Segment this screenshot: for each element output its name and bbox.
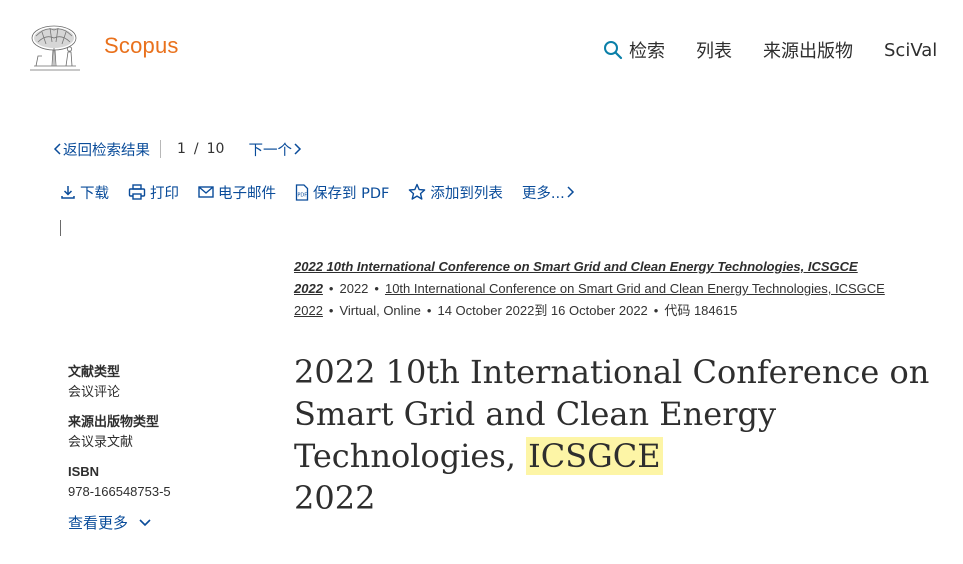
- elsevier-logo[interactable]: [26, 22, 84, 74]
- download-icon: [61, 186, 75, 199]
- chevron-left-icon: [53, 143, 61, 155]
- nav-scival[interactable]: SciVal: [884, 40, 937, 61]
- source-type-value: 会议录文献: [68, 434, 134, 449]
- index-slash: /: [193, 141, 199, 157]
- email-button[interactable]: 电子邮件: [198, 182, 276, 203]
- doc-type-label: 文献类型: [68, 364, 121, 379]
- isbn-value: 978-166548753-5: [68, 484, 171, 499]
- email-label: 电子邮件: [218, 185, 276, 202]
- result-pager: 返回检索结果 1 / 10 下一个: [53, 138, 302, 160]
- back-to-results-link[interactable]: 返回检索结果: [53, 139, 150, 160]
- source-info: 2022 10th International Conference on Sm…: [294, 259, 885, 318]
- nav-lists-label: 列表: [696, 41, 732, 62]
- envelope-icon: [198, 186, 214, 198]
- chevron-right-icon: [567, 186, 574, 198]
- download-label: 下载: [80, 185, 109, 202]
- isbn-label: ISBN: [68, 464, 100, 479]
- star-icon: [409, 183, 426, 200]
- nav-sources-label: 来源出版物: [763, 41, 853, 62]
- add-to-list-label: 添加到列表: [430, 185, 503, 202]
- download-button[interactable]: 下载: [60, 182, 109, 203]
- printer-icon: [128, 184, 146, 200]
- add-to-list-button[interactable]: 添加到列表: [408, 182, 503, 203]
- scopus-brand[interactable]: Scopus: [104, 33, 179, 59]
- more-actions-label: 更多...: [521, 185, 565, 202]
- next-result-label: 下一个: [248, 142, 292, 159]
- show-more-label: 查看更多: [68, 515, 129, 532]
- title-end: 2022: [294, 479, 376, 517]
- nav-scival-label: SciVal: [884, 39, 938, 61]
- chevron-right-icon: [294, 143, 302, 155]
- svg-text:PDF: PDF: [297, 192, 307, 198]
- save-pdf-button[interactable]: PDF 保存到 PDF: [295, 182, 389, 203]
- nav-search-label: 检索: [629, 41, 665, 62]
- print-button[interactable]: 打印: [128, 182, 179, 203]
- conference-code: 代码 184615: [664, 303, 738, 318]
- nav-sources[interactable]: 来源出版物: [763, 37, 853, 63]
- search-icon: [604, 41, 623, 60]
- save-pdf-label: 保存到 PDF: [313, 185, 390, 202]
- more-actions-button[interactable]: 更多...: [522, 182, 579, 203]
- document-details-panel: 文献类型 会议评论 来源出版物类型 会议录文献 ISBN 978-1665487…: [68, 362, 268, 533]
- chevron-down-icon: [139, 518, 151, 526]
- nav-search[interactable]: 检索: [603, 37, 665, 63]
- next-result-link[interactable]: 下一个: [248, 139, 302, 160]
- source-type-label: 来源出版物类型: [68, 414, 160, 429]
- conference-location: Virtual, Online: [339, 303, 421, 318]
- total-count: 10: [206, 141, 225, 157]
- top-navigation: 检索 列表 来源出版物 SciVal: [603, 36, 963, 64]
- result-position: 1 / 10: [173, 141, 228, 157]
- nav-lists[interactable]: 列表: [696, 37, 732, 63]
- print-label: 打印: [150, 185, 179, 202]
- title-highlight: ICSGCE: [526, 437, 663, 475]
- pager-divider: [160, 140, 161, 158]
- doc-type-value: 会议评论: [68, 384, 121, 399]
- conference-dates: 14 October 2022到 16 October 2022: [437, 303, 648, 318]
- source-year: 2022: [339, 281, 369, 296]
- current-index: 1: [177, 141, 186, 157]
- text-cursor: [60, 220, 61, 236]
- show-more-button[interactable]: 查看更多: [68, 512, 268, 533]
- back-to-results-label: 返回检索结果: [63, 142, 150, 159]
- document-toolbar: 下载 打印 电子邮件 PDF 保存到 PDF 添加到列表 更多...: [60, 181, 598, 203]
- document-title: 2022 10th International Conference on Sm…: [294, 351, 963, 519]
- pdf-icon: PDF: [295, 183, 309, 201]
